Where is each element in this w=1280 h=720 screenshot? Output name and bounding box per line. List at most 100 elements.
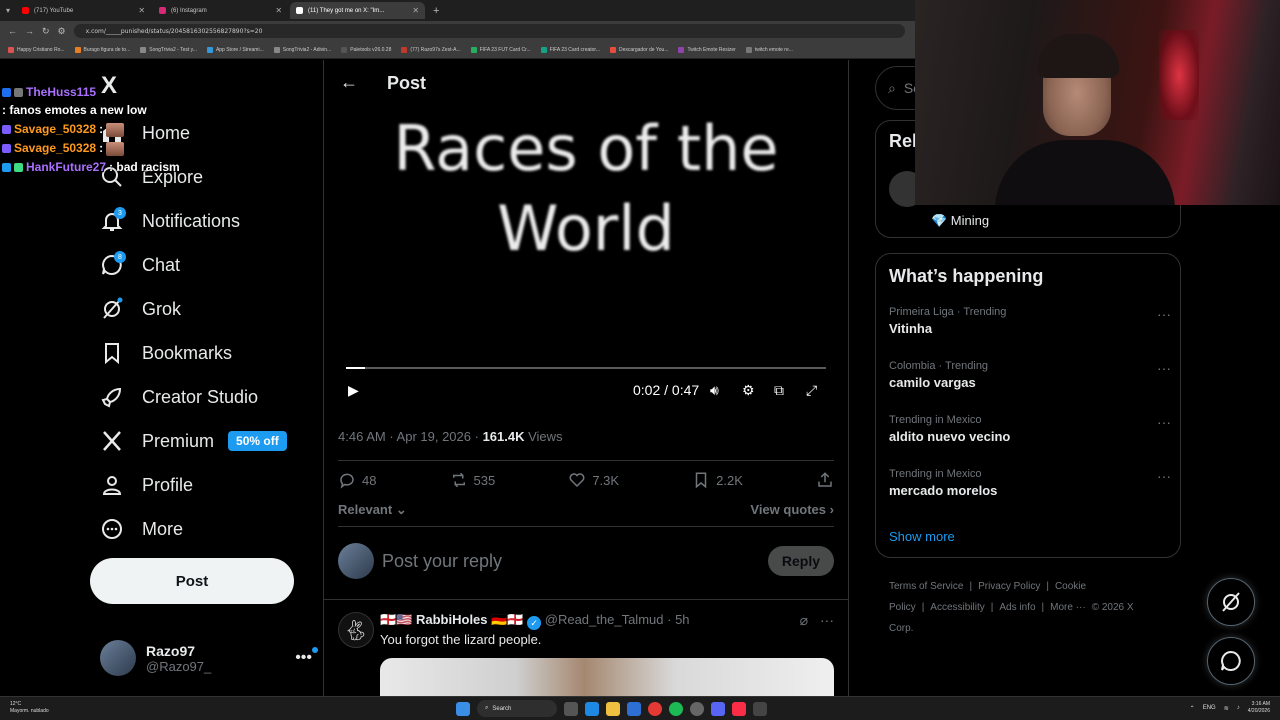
more-dots-icon[interactable]: ··· [1157, 414, 1171, 430]
site-info-icon[interactable]: ⚙ [58, 26, 66, 37]
repost-action[interactable]: 535 [450, 471, 495, 489]
edge-icon[interactable] [585, 701, 599, 716]
volume-icon[interactable]: ♪ [1237, 705, 1240, 711]
bookmark-item[interactable]: Happy Cristiano Ro... [8, 46, 65, 53]
sidebar-item-profile[interactable]: Profile [100, 470, 193, 500]
bookmark-item[interactable]: Paletools v26.0.28 [341, 46, 391, 53]
reply-action[interactable]: 48 [338, 471, 376, 489]
tweet-time[interactable]: 5h [675, 612, 689, 627]
bookmark-item[interactable]: twitch emote re... [745, 46, 793, 53]
bookmark-favicon-icon [610, 46, 616, 53]
more-dots-icon[interactable]: ··· [1157, 468, 1171, 484]
wifi-icon[interactable]: ≋ [1224, 705, 1229, 712]
footer-link[interactable]: Privacy Policy [978, 581, 1040, 592]
bookmark-item[interactable]: (77) Razo97s Zest-A... [401, 46, 461, 53]
bookmark-item[interactable]: FIFA 23 Card creator... [540, 46, 600, 53]
bookmark-item[interactable]: SongTrivia2 - Adivin... [273, 46, 331, 53]
sidebar-item-creator-studio[interactable]: Creator Studio [100, 382, 258, 412]
pip-icon[interactable]: ⧉ [774, 382, 784, 399]
bookmark-item[interactable]: Descargador de You... [610, 46, 668, 53]
sidebar-item-more[interactable]: More [100, 514, 183, 544]
play-icon[interactable]: ▶ [348, 382, 359, 399]
chrome-icon[interactable] [648, 701, 662, 716]
fullscreen-icon[interactable]: ⤢ [806, 382, 817, 399]
forward-icon[interactable]: → [25, 26, 34, 36]
back-icon[interactable]: ← [8, 26, 17, 36]
tweet-image[interactable] [380, 658, 834, 696]
chevron-up-icon[interactable]: ⌃ [1190, 705, 1195, 712]
reload-icon[interactable]: ↻ [42, 26, 50, 37]
more-dots-icon[interactable]: ··· [1157, 306, 1171, 322]
video-player[interactable]: Races of the World ▶ 0:02 / 0:47 🔊︎ ⚙ ⧉ … [338, 86, 834, 412]
tweet-author-name[interactable]: RabbiHoles [416, 612, 488, 627]
settings-gear-icon[interactable]: ⚙ [742, 382, 755, 399]
back-arrow-icon[interactable]: ← [340, 72, 358, 93]
bookmark-item[interactable]: SongTrivia2 - Test y... [140, 46, 197, 53]
spotify-icon[interactable] [669, 701, 683, 716]
new-tab-icon[interactable]: + [433, 5, 439, 17]
windows-start-icon[interactable] [456, 701, 470, 716]
post-date[interactable]: Apr 19, 2026 [397, 429, 471, 444]
footer-link[interactable]: Ads info [999, 602, 1035, 613]
sidebar-item-grok[interactable]: Grok [100, 294, 181, 324]
trend-item[interactable]: Primeira Liga · Trending Vitinha ··· [889, 306, 1171, 336]
trend-item[interactable]: Trending in Mexico aldito nuevo vecino ·… [889, 414, 1171, 444]
close-tab-icon[interactable]: ✕ [412, 6, 419, 15]
tab-instagram[interactable]: (6) Instagram ✕ [153, 2, 288, 19]
footer-link[interactable]: Terms of Service [889, 581, 963, 592]
clock[interactable]: 3:16 AM 4/20/2026 [1248, 701, 1270, 715]
account-switcher[interactable]: Razo97 @Razo97_ ••• [100, 638, 318, 678]
bookmark-action[interactable]: 2.2K [692, 471, 743, 489]
discord-icon[interactable] [711, 701, 725, 716]
post-time[interactable]: 4:46 AM [338, 429, 386, 444]
sidebar-item-notifications[interactable]: 3 Notifications [100, 206, 240, 236]
reply-button[interactable]: Reply [767, 546, 834, 576]
grok-fab[interactable] [1207, 578, 1255, 626]
footer-link[interactable]: Accessibility [930, 602, 984, 613]
bookmark-item[interactable]: FIFA 23 FUT Card Cr... [470, 46, 531, 53]
bookmark-item[interactable]: App Store / Streami... [206, 46, 264, 53]
trend-item[interactable]: Colombia · Trending camilo vargas ··· [889, 360, 1171, 390]
folder-icon[interactable] [606, 701, 620, 716]
store-icon[interactable] [627, 701, 641, 716]
app-icon[interactable] [690, 701, 704, 716]
bookmark-item[interactable]: Burago figura de to... [74, 46, 130, 53]
more-dots-icon[interactable]: ··· [1157, 360, 1171, 376]
close-tab-icon[interactable]: ✕ [138, 6, 145, 15]
chat-message: TheHuss115 : fanos emotes a new low [2, 85, 217, 118]
rabbit-avatar-icon[interactable]: 🐇︎ [338, 612, 374, 648]
task-view-icon[interactable] [564, 701, 578, 716]
sort-dropdown[interactable]: Relevant ⌄ [338, 502, 407, 518]
language-indicator[interactable]: ENG [1203, 705, 1216, 711]
tab-x-post[interactable]: (11) They got me on X: "Im... ✕ [290, 2, 426, 19]
tab-youtube[interactable]: (717) YouTube ✕ [16, 2, 151, 19]
music-icon[interactable] [732, 701, 746, 716]
sidebar-item-premium[interactable]: Premium 50% off [100, 426, 287, 456]
sidebar-item-label: Chat [142, 254, 181, 275]
tweet-author-handle[interactable]: @Read_the_Talmud [545, 612, 664, 627]
more-dots-icon[interactable]: ··· [820, 612, 834, 629]
bookmark-item[interactable]: Twitch Emote Resizer [678, 46, 736, 53]
share-action[interactable] [816, 471, 834, 489]
post-button[interactable]: Post [90, 558, 294, 604]
video-progress-bar[interactable] [346, 367, 826, 369]
trend-item[interactable]: Trending in Mexico mercado morelos ··· [889, 468, 1171, 498]
messages-fab[interactable] [1207, 637, 1255, 685]
url-field[interactable]: x.com/_____punished/status/2045816302556… [73, 24, 905, 38]
more-dots-icon[interactable]: ••• [295, 647, 318, 667]
video-frame-text: Races of the [393, 112, 779, 185]
sidebar-item-chat[interactable]: 8 Chat [100, 250, 180, 280]
tab-search-icon[interactable]: ▾ [6, 6, 10, 15]
footer-link[interactable]: More ··· [1050, 602, 1086, 613]
app-icon[interactable] [753, 701, 767, 716]
reply-input[interactable]: Post your reply [382, 551, 768, 572]
sidebar-item-bookmarks[interactable]: Bookmarks [100, 338, 232, 368]
show-more-link[interactable]: Show more [889, 529, 955, 544]
taskbar-search[interactable]: ⌕ Search [477, 700, 557, 717]
like-action[interactable]: 7.3K [568, 471, 619, 489]
grok-icon[interactable]: ⌀ [800, 612, 808, 629]
volume-icon[interactable]: 🔊︎ [710, 382, 719, 399]
close-tab-icon[interactable]: ✕ [275, 6, 282, 15]
view-quotes-link[interactable]: View quotes › [750, 502, 834, 518]
weather-widget[interactable]: 12°C Mayorm. nublado [10, 701, 49, 715]
